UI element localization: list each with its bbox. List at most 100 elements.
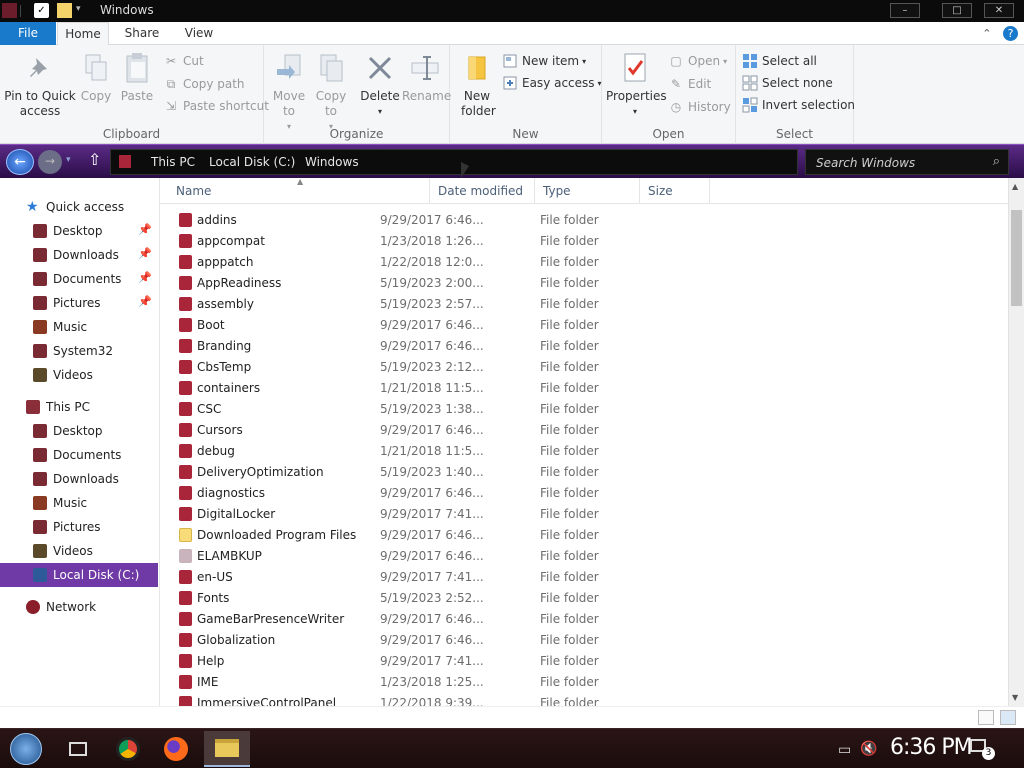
rename-button[interactable]: Rename: [402, 51, 451, 104]
recent-locations-dropdown-icon[interactable]: ▾: [66, 155, 71, 165]
firefox-taskbar-button[interactable]: [154, 731, 198, 767]
breadcrumb-windows[interactable]: Windows: [305, 150, 359, 174]
quick-access-dropdown-icon[interactable]: ▾: [76, 4, 91, 19]
table-row[interactable]: addins 9/29/2017 6:46... File folder: [160, 210, 1010, 231]
nav-quick-downloads[interactable]: Downloads 📌: [0, 243, 158, 267]
easy-access-button[interactable]: Easy access ▾: [502, 73, 602, 93]
table-row[interactable]: Branding 9/29/2017 6:46... File folder: [160, 336, 1010, 357]
chrome-taskbar-button[interactable]: [106, 731, 150, 767]
table-row[interactable]: debug 1/21/2018 11:5... File folder: [160, 441, 1010, 462]
table-row[interactable]: Help 9/29/2017 7:41... File folder: [160, 651, 1010, 672]
select-all-button[interactable]: Select all: [742, 51, 817, 71]
file-explorer-taskbar-button[interactable]: [204, 731, 250, 767]
task-view-button[interactable]: [56, 731, 100, 767]
chevron-up-icon[interactable]: ⌃: [982, 27, 991, 40]
table-row[interactable]: AppReadiness 5/19/2023 2:00... File folder: [160, 273, 1010, 294]
table-row[interactable]: Cursors 9/29/2017 6:46... File folder: [160, 420, 1010, 441]
minimize-button[interactable]: –: [890, 3, 920, 18]
select-none-button[interactable]: Select none: [742, 73, 833, 93]
table-row[interactable]: Fonts 5/19/2023 2:52... File folder: [160, 588, 1010, 609]
open-button[interactable]: ▢ Open ▾: [668, 51, 727, 71]
nav-pc-music[interactable]: Music: [0, 491, 158, 515]
nav-network[interactable]: Network: [0, 595, 158, 619]
network-tray-icon[interactable]: ▭: [838, 742, 851, 758]
up-arrow-icon[interactable]: ⇧: [88, 150, 101, 169]
close-button[interactable]: ✕: [984, 3, 1014, 18]
scrollbar-thumb[interactable]: [1011, 210, 1022, 306]
scroll-down-arrow-icon[interactable]: ▼: [1012, 693, 1018, 702]
search-icon[interactable]: ⌕: [993, 154, 1000, 169]
large-icons-view-icon[interactable]: [1000, 710, 1016, 725]
nav-quick-system32[interactable]: System32: [0, 339, 158, 363]
breadcrumb-this-pc[interactable]: This PC: [151, 150, 195, 174]
nav-pc-local-disk[interactable]: Local Disk (C:): [0, 563, 158, 587]
paste-shortcut-button[interactable]: ⇲ Paste shortcut: [163, 96, 269, 116]
history-button[interactable]: ◷ History: [668, 97, 731, 117]
nav-quick-desktop[interactable]: Desktop 📌: [0, 219, 158, 243]
table-row[interactable]: en-US 9/29/2017 7:41... File folder: [160, 567, 1010, 588]
column-header-size[interactable]: Size: [640, 178, 710, 204]
edit-button[interactable]: ✎ Edit: [668, 74, 711, 94]
properties-quick-icon[interactable]: ✓: [34, 3, 49, 18]
table-row[interactable]: ELAMBKUP 9/29/2017 6:46... File folder: [160, 546, 1010, 567]
table-row[interactable]: apppatch 1/22/2018 12:0... File folder: [160, 252, 1010, 273]
nav-pc-downloads[interactable]: Downloads: [0, 467, 158, 491]
start-button[interactable]: [4, 731, 48, 767]
column-header-date[interactable]: Date modified: [430, 178, 535, 204]
copy-button[interactable]: Copy: [76, 51, 116, 104]
table-row[interactable]: DeliveryOptimization 5/19/2023 1:40... Fil…: [160, 462, 1010, 483]
delete-button[interactable]: Delete ▾: [360, 51, 400, 119]
tab-file[interactable]: File: [0, 22, 56, 45]
new-folder-button[interactable]: New folder: [456, 51, 498, 119]
properties-button[interactable]: Properties ▾: [606, 51, 667, 119]
table-row[interactable]: CSC 5/19/2023 1:38... File folder: [160, 399, 1010, 420]
help-icon[interactable]: ?: [1003, 26, 1018, 41]
address-field[interactable]: This PC Local Disk (C:) Windows: [110, 149, 798, 175]
taskbar-clock[interactable]: 6:36 PM: [890, 735, 973, 760]
nav-pc-documents[interactable]: Documents: [0, 443, 158, 467]
paste-button[interactable]: Paste: [116, 51, 158, 104]
maximize-button[interactable]: □: [942, 3, 972, 18]
table-row[interactable]: containers 1/21/2018 11:5... File folder: [160, 378, 1010, 399]
table-row[interactable]: ImmersiveControlPanel 1/22/2018 9:39... Fi…: [160, 693, 1010, 706]
table-row[interactable]: Boot 9/29/2017 6:46... File folder: [160, 315, 1010, 336]
tab-home[interactable]: Home: [57, 22, 109, 46]
table-row[interactable]: diagnostics 9/29/2017 6:46... File folder: [160, 483, 1010, 504]
table-row[interactable]: CbsTemp 5/19/2023 2:12... File folder: [160, 357, 1010, 378]
new-folder-quick-icon[interactable]: [57, 3, 72, 18]
nav-quick-music[interactable]: Music: [0, 315, 158, 339]
nav-quick-pictures[interactable]: Pictures 📌: [0, 291, 158, 315]
cut-button[interactable]: ✂ Cut: [163, 51, 204, 71]
search-input[interactable]: Search Windows: [816, 156, 915, 170]
table-row[interactable]: GameBarPresenceWriter 9/29/2017 6:46... Fi…: [160, 609, 1010, 630]
copy-to-button[interactable]: Copy to ▾: [312, 51, 350, 134]
move-to-button[interactable]: Move to ▾: [270, 51, 308, 134]
invert-selection-button[interactable]: Invert selection: [742, 95, 855, 115]
nav-this-pc[interactable]: This PC: [0, 395, 158, 419]
back-button[interactable]: ←: [6, 149, 34, 175]
table-row[interactable]: Globalization 9/29/2017 6:46... File folde…: [160, 630, 1010, 651]
nav-quick-access[interactable]: ★ Quick access: [0, 195, 158, 219]
volume-muted-icon[interactable]: 🔇: [860, 741, 877, 757]
forward-button[interactable]: →: [38, 150, 62, 174]
tab-share[interactable]: Share: [114, 22, 170, 45]
scroll-up-arrow-icon[interactable]: ▲: [1012, 182, 1018, 191]
nav-pc-videos[interactable]: Videos: [0, 539, 158, 563]
new-item-button[interactable]: New item ▾: [502, 51, 586, 71]
copy-path-button[interactable]: ⧉ Copy path: [163, 74, 245, 94]
table-row[interactable]: appcompat 1/23/2018 1:26... File folder: [160, 231, 1010, 252]
nav-quick-documents[interactable]: Documents 📌: [0, 267, 158, 291]
search-box[interactable]: Search Windows ⌕: [805, 149, 1009, 175]
nav-quick-videos[interactable]: Videos: [0, 363, 158, 387]
tab-view[interactable]: View: [174, 22, 224, 45]
table-row[interactable]: Downloaded Program Files 9/29/2017 6:46..…: [160, 525, 1010, 546]
table-row[interactable]: assembly 5/19/2023 2:57... File folder: [160, 294, 1010, 315]
vertical-scrollbar[interactable]: ▲ ▼: [1008, 178, 1024, 706]
nav-pc-pictures[interactable]: Pictures: [0, 515, 158, 539]
pin-to-quick-access-button[interactable]: Pin to Quick access: [4, 51, 76, 119]
details-view-icon[interactable]: [978, 710, 994, 725]
action-center-button[interactable]: 3: [970, 739, 995, 760]
table-row[interactable]: DigitalLocker 9/29/2017 7:41... File folde…: [160, 504, 1010, 525]
table-row[interactable]: IME 1/23/2018 1:25... File folder: [160, 672, 1010, 693]
nav-pc-desktop[interactable]: Desktop: [0, 419, 158, 443]
